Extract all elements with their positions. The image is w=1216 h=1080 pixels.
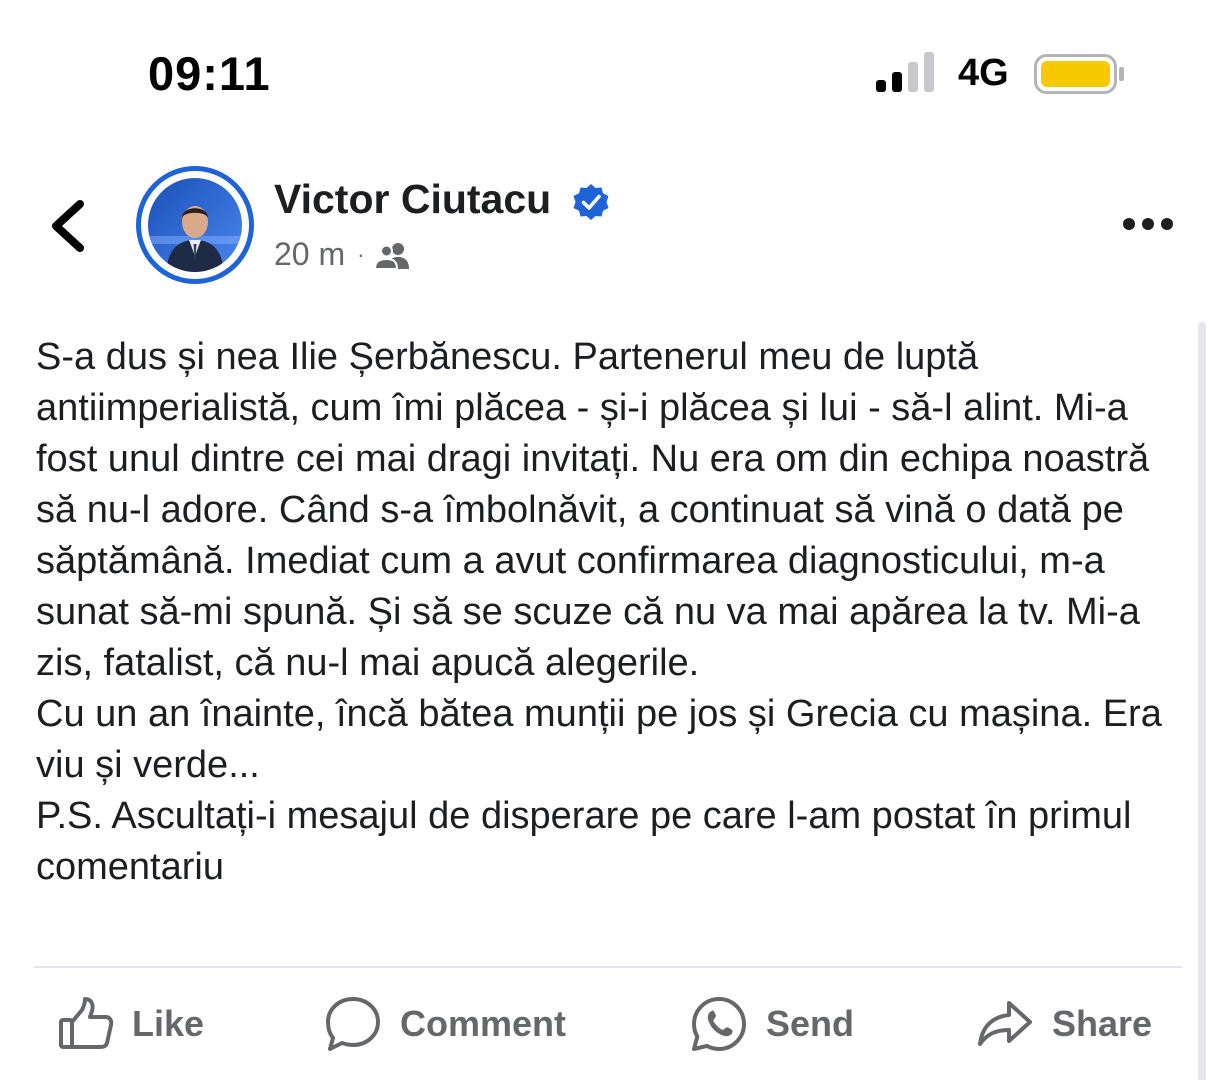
share-arrow-icon <box>978 1001 1032 1046</box>
profile-photo <box>148 178 242 272</box>
scrollbar[interactable] <box>1198 322 1206 1080</box>
author-name[interactable]: Victor Ciutacu <box>274 176 551 223</box>
back-chevron-icon[interactable] <box>44 196 92 256</box>
avatar[interactable] <box>136 166 254 284</box>
friends-icon[interactable] <box>374 240 412 270</box>
post-text: S-a dus și nea Ilie Șerbănescu. Partener… <box>36 332 1186 893</box>
post-timestamp[interactable]: 20 m <box>274 236 345 273</box>
comment-button[interactable]: Comment <box>324 990 566 1058</box>
post-paragraph: P.S. Ascultați-i mesajul de disperare pe… <box>36 795 1132 888</box>
post-meta: 20 m · <box>274 236 412 273</box>
post-paragraph: S-a dus și nea Ilie Șerbănescu. Partener… <box>36 336 1150 684</box>
cellular-signal-icon <box>876 52 934 92</box>
more-options-icon[interactable] <box>1120 212 1176 236</box>
share-button[interactable]: Share <box>976 990 1152 1058</box>
status-time: 09:11 <box>148 47 271 100</box>
network-type: 4G <box>958 52 1009 94</box>
battery-icon <box>1034 54 1124 94</box>
thumbs-up-icon <box>59 997 114 1049</box>
send-label: Send <box>766 1003 855 1044</box>
share-label: Share <box>1052 1003 1153 1044</box>
like-button[interactable]: Like <box>58 990 204 1058</box>
post-paragraph: Cu un an înainte, încă bătea munții pe j… <box>36 693 1162 786</box>
comment-icon <box>326 997 380 1051</box>
verified-badge-icon <box>573 184 609 220</box>
like-label: Like <box>132 1003 205 1044</box>
comment-label: Comment <box>400 1003 567 1044</box>
send-button[interactable]: Send <box>690 990 854 1058</box>
facebook-post-screen: 09:11 4G Victor Ciutacu 20 m · S-a dus ș… <box>0 0 1216 1080</box>
whatsapp-icon <box>692 997 746 1051</box>
divider <box>34 966 1182 968</box>
meta-separator: · <box>357 241 365 267</box>
